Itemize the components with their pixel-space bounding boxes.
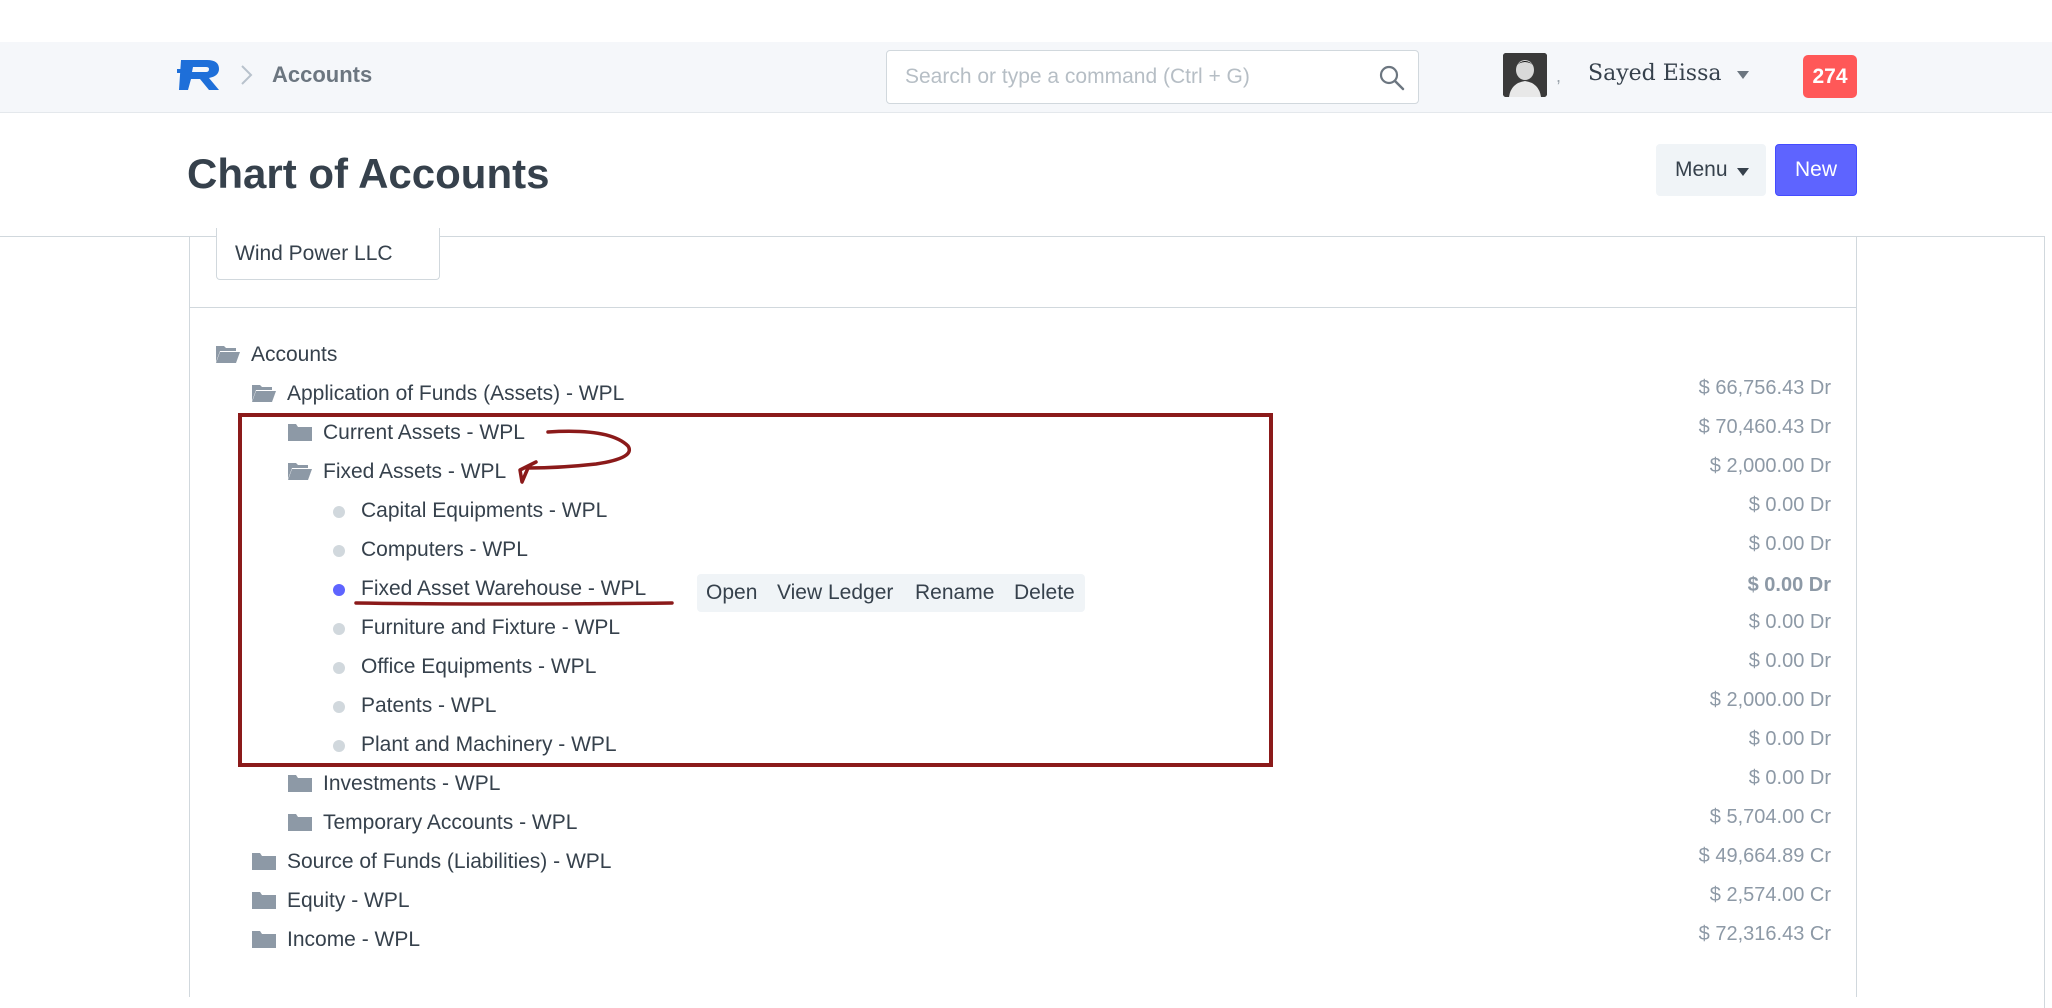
leaf-dot-icon xyxy=(333,506,345,518)
folder-closed-icon xyxy=(252,892,276,909)
account-balance: $ 0.00 Dr xyxy=(1748,767,1831,789)
folder-open-icon xyxy=(216,346,240,363)
account-balance: $ 72,316.43 Cr xyxy=(1698,923,1831,945)
search-icon[interactable] xyxy=(1378,64,1406,92)
node-action-toolbar: Open View Ledger Rename Delete xyxy=(697,574,1085,612)
leaf-dot-icon xyxy=(333,623,345,635)
account-balance: $ 70,460.43 Dr xyxy=(1698,416,1831,438)
account-balance: $ 0.00 Dr xyxy=(1748,533,1831,555)
caret-down-icon xyxy=(1737,168,1749,176)
new-button[interactable]: New xyxy=(1775,144,1857,196)
leaf-dot-icon xyxy=(333,662,345,674)
tree-node-label: Application of Funds (Assets) - WPL xyxy=(287,382,625,405)
account-balance: $ 0.00 Dr xyxy=(1748,611,1831,633)
company-filter-value: Wind Power LLC xyxy=(235,242,393,265)
avatar-separator: , xyxy=(1556,66,1562,86)
account-balance: $ 0.00 Dr xyxy=(1748,728,1831,750)
account-balance: $ 49,664.89 Cr xyxy=(1698,845,1831,867)
tree-node-label: Investments - WPL xyxy=(323,772,501,795)
tree-node-label-selected: Fixed Asset Warehouse - WPL xyxy=(361,577,647,600)
breadcrumb-accounts[interactable]: Accounts xyxy=(272,62,372,88)
leaf-dot-selected-icon xyxy=(333,584,345,596)
awesome-bar[interactable] xyxy=(886,50,1419,104)
folder-closed-icon xyxy=(288,775,312,792)
tree-node-label: Plant and Machinery - WPL xyxy=(361,733,617,756)
avatar-image-icon xyxy=(1503,53,1547,97)
caret-down-icon[interactable] xyxy=(1736,70,1750,80)
page-edge xyxy=(2044,236,2045,1008)
view-ledger-action-button[interactable]: View Ledger xyxy=(777,574,893,612)
open-action-button[interactable]: Open xyxy=(706,574,757,612)
folder-open-icon xyxy=(288,463,312,480)
filter-divider xyxy=(189,307,1857,308)
tree-node-label: Current Assets - WPL xyxy=(323,421,525,444)
account-balance: $ 2,000.00 Dr xyxy=(1709,689,1831,711)
top-navbar: Accounts , Sayed Eissa 274 xyxy=(0,42,2052,113)
tree-node-label: Computers - WPL xyxy=(361,538,528,561)
folder-closed-icon xyxy=(252,853,276,870)
chevron-right-icon xyxy=(241,65,253,85)
tree-node-label: Capital Equipments - WPL xyxy=(361,499,608,522)
tree-node-label: Source of Funds (Liabilities) - WPL xyxy=(287,850,612,873)
user-name[interactable]: Sayed Eissa xyxy=(1588,60,1722,88)
leaf-dot-icon xyxy=(333,701,345,713)
tree-node-label: Temporary Accounts - WPL xyxy=(323,811,578,834)
account-balance: $ 66,756.43 Dr xyxy=(1698,377,1831,399)
account-balance: $ 2,574.00 Cr xyxy=(1709,884,1831,906)
rename-action-button[interactable]: Rename xyxy=(915,574,994,612)
tree-node-label: Fixed Assets - WPL xyxy=(323,460,507,483)
tree-node-label: Equity - WPL xyxy=(287,889,410,912)
folder-closed-icon xyxy=(288,424,312,441)
folder-closed-icon xyxy=(252,931,276,948)
tree-node-label: Patents - WPL xyxy=(361,694,497,717)
menu-button[interactable]: Menu xyxy=(1656,144,1766,196)
app-logo-icon[interactable] xyxy=(177,56,223,92)
company-filter[interactable]: Wind Power LLC xyxy=(216,228,440,280)
account-balance: $ 0.00 Dr xyxy=(1748,494,1831,516)
tree-node-label: Furniture and Fixture - WPL xyxy=(361,616,621,639)
menu-button-label: Menu xyxy=(1675,158,1728,181)
leaf-dot-icon xyxy=(333,740,345,752)
tree-node-label: Office Equipments - WPL xyxy=(361,655,597,678)
tree-node-label: Accounts xyxy=(251,343,338,366)
notification-badge[interactable]: 274 xyxy=(1803,55,1857,98)
account-balance-selected: $ 0.00 Dr xyxy=(1747,574,1831,596)
account-balance: $ 5,704.00 Cr xyxy=(1709,806,1831,828)
tree-node-label: Income - WPL xyxy=(287,928,421,951)
folder-closed-icon xyxy=(288,814,312,831)
page-title: Chart of Accounts xyxy=(187,150,550,197)
leaf-dot-icon xyxy=(333,545,345,557)
account-balance: $ 0.00 Dr xyxy=(1748,650,1831,672)
user-avatar[interactable] xyxy=(1503,53,1547,97)
folder-open-icon xyxy=(252,385,276,402)
account-balance: $ 2,000.00 Dr xyxy=(1709,455,1831,477)
search-input[interactable] xyxy=(903,51,1363,103)
delete-action-button[interactable]: Delete xyxy=(1014,574,1075,612)
